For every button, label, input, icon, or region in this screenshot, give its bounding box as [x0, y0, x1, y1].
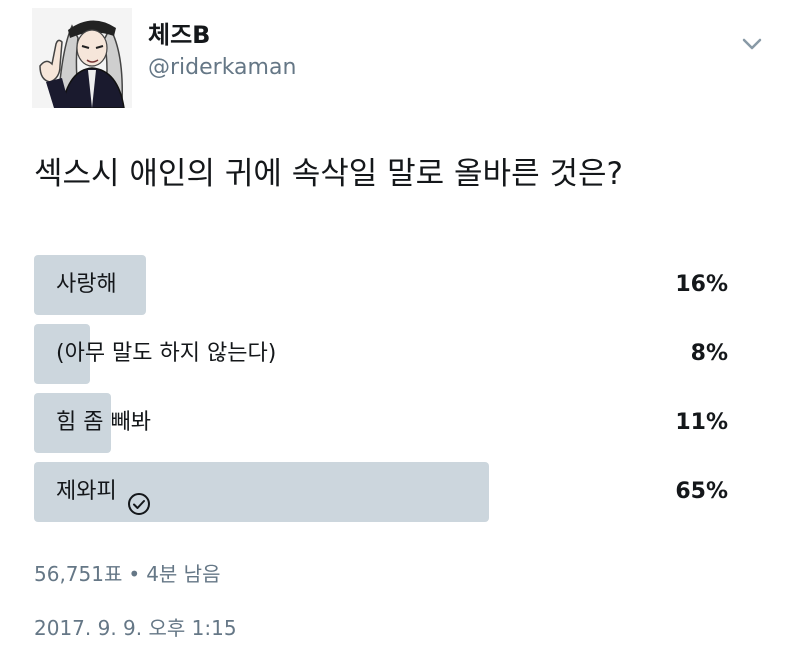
poll-option-label: (아무 말도 하지 않는다) — [56, 324, 276, 384]
check-circle-icon — [127, 480, 151, 515]
poll-option[interactable]: 사랑해 16% — [34, 255, 734, 315]
poll-option-text: 힘 좀 빼봐 — [56, 410, 151, 435]
tweet-timestamp[interactable]: 2017. 9. 9. 오후 1:15 — [34, 612, 237, 641]
user-handle[interactable]: @riderkaman — [148, 52, 296, 84]
poll-meta: 56,751표 • 4분 남음 — [34, 558, 220, 587]
user-info: 체즈B @riderkaman — [148, 20, 296, 84]
tweet-text: 섹스시 애인의 귀에 속삭일 말로 올바른 것은? — [34, 156, 623, 192]
poll-option[interactable]: 힘 좀 빼봐 11% — [34, 393, 734, 453]
poll-option-percent: 16% — [675, 272, 728, 297]
avatar[interactable] — [32, 8, 132, 108]
time-remaining: 4분 남음 — [146, 562, 221, 586]
poll-option-label: 제와피 — [56, 462, 151, 522]
poll-option-text: 제와피 — [56, 479, 117, 504]
poll-option-label: 힘 좀 빼봐 — [56, 393, 151, 453]
poll-option-percent: 65% — [675, 479, 728, 504]
poll-option[interactable]: (아무 말도 하지 않는다) 8% — [34, 324, 734, 384]
vote-count: 56,751표 — [34, 562, 123, 586]
poll-option-text: 사랑해 — [56, 272, 117, 297]
poll-option-percent: 8% — [690, 341, 728, 366]
separator: • — [128, 562, 141, 586]
poll-option-winner[interactable]: 제와피 65% — [34, 462, 734, 522]
chevron-down-icon[interactable] — [738, 34, 766, 54]
poll-option-percent: 11% — [675, 410, 728, 435]
poll: 사랑해 16% (아무 말도 하지 않는다) 8% 힘 좀 빼봐 11% 제와피… — [34, 255, 734, 531]
display-name[interactable]: 체즈B — [148, 20, 296, 50]
avatar-image — [32, 8, 132, 108]
poll-option-label: 사랑해 — [56, 255, 117, 315]
tweet-header: 체즈B @riderkaman — [32, 8, 772, 108]
poll-option-text: (아무 말도 하지 않는다) — [56, 341, 277, 366]
